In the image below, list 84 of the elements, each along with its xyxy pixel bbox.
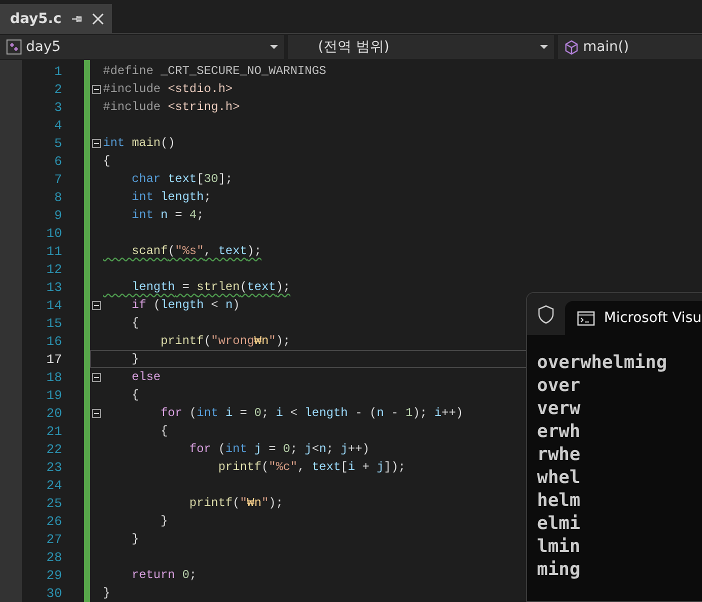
code-line: { [130,388,140,402]
line-number: 2 [53,82,62,96]
line-number: 6 [53,154,62,168]
output-line: whel [537,466,582,489]
line-number: 30 [45,586,62,600]
code-line: printf("wrong₩n"); [160,334,290,348]
code-line: if (length < n) [130,298,240,312]
project-dropdown[interactable]: day5 [0,35,284,59]
line-number: 10 [45,226,62,240]
code-line: } [103,586,110,600]
collapse-icon[interactable] [92,138,101,148]
code-line: int n = 4; [130,208,204,222]
line-number: 25 [45,496,62,510]
code-line: int length; [130,190,212,204]
line-number: 26 [45,514,62,528]
line-number: 16 [45,334,62,348]
code-line: #include <string.h> [103,100,240,114]
terminal-icon [577,310,595,326]
line-number: 20 [45,406,62,420]
code-line: else [130,370,161,384]
output-line: ming [537,558,582,581]
output-line: lmin [537,535,582,558]
code-line: length = strlen(text); [130,280,290,294]
line-number: 21 [45,424,62,438]
code-line: printf("%c", text[i + j]); [217,460,406,474]
line-number: 9 [53,208,62,222]
collapse-icon[interactable] [92,408,101,418]
collapse-icon[interactable] [92,84,101,94]
caret-icon [270,45,278,49]
line-number: 12 [45,262,62,276]
line-number: 23 [45,460,62,474]
member-dropdown[interactable]: main() [558,35,702,59]
shield-icon[interactable] [538,304,554,324]
output-line: helm [537,489,582,512]
pin-icon[interactable] [70,14,83,24]
code-line: } [130,352,140,366]
code-line: #include <stdio.h> [103,82,233,96]
line-number: 19 [45,388,62,402]
code-line: #define _CRT_SECURE_NO_WARNINGS [103,64,326,78]
code-line: for (int i = 0; i < length - (n - 1); i++) [160,406,464,420]
line-number: 28 [45,550,62,564]
line-number: 27 [45,532,62,546]
file-tab[interactable]: day5.c [0,4,112,33]
console-tab[interactable]: Microsoft Visu [565,301,702,335]
output-line: elmi [537,512,582,535]
line-number: 5 [53,136,62,150]
line-number: 17 [45,352,62,366]
line-number: 29 [45,568,62,582]
code-line: int main() [103,136,176,150]
code-line: } [160,514,168,528]
line-number: 7 [53,172,62,186]
line-number: 14 [45,298,62,312]
line-number: 3 [53,100,62,114]
code-line: { [160,424,168,438]
code-line: for (int j = 0; j<n; j++) [188,442,370,456]
line-number: 24 [45,478,62,492]
project-icon [6,39,22,55]
scope-dropdown[interactable]: (전역 범위) [288,35,554,59]
code-line: printf("₩n"); [188,496,284,510]
cube-icon [564,40,579,54]
collapse-icon[interactable] [92,372,101,382]
line-number: 18 [45,370,62,384]
line-number: 13 [45,280,62,294]
line-number: 22 [45,442,62,456]
close-icon[interactable] [92,12,104,24]
code-line: scanf("%s", text); [130,244,262,258]
code-line: char text[30]; [130,172,233,186]
caret-icon [540,45,548,49]
line-number: 8 [53,190,62,204]
code-line: return 0; [130,568,197,582]
code-line: } [130,532,140,546]
output-line: verw [537,397,582,420]
line-number: 1 [53,64,62,78]
output-line: rwhe [537,443,582,466]
line-number: 4 [53,118,62,132]
code-line: { [130,316,140,330]
line-number: 11 [45,244,62,258]
collapse-icon[interactable] [92,300,101,310]
console-title: Microsoft Visu [604,310,702,326]
output-line: overwhelming [537,351,668,374]
code-line: { [103,154,110,168]
output-line: over [537,374,582,397]
line-number: 15 [45,316,62,330]
output-line: erwh [537,420,582,443]
